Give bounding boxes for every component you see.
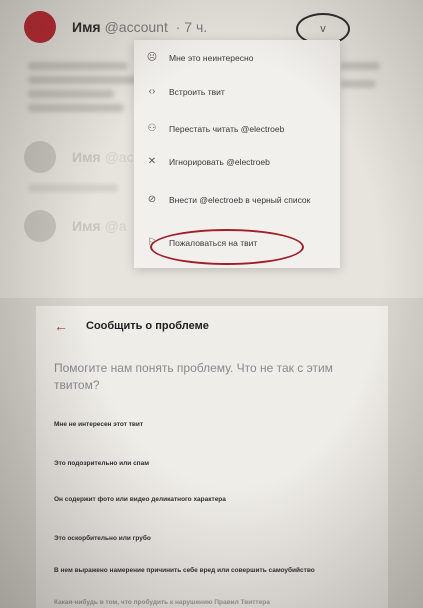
menu-item-embed[interactable]: ‹› Встроить твит [134,86,340,98]
menu-item-label: Встроить твит [169,87,225,97]
sad-face-icon: ☹ [146,52,158,63]
tweet-text-blur [28,62,128,70]
dialog-title: Сообщить о проблеме [86,320,209,332]
dialog-header: ← Сообщить о проблеме [36,306,388,346]
block-icon: ⊘ [147,194,157,205]
back-arrow-icon[interactable]: ← [54,318,74,334]
menu-item-label: Мне это неинтересно [169,53,254,63]
timeline-panel: Имя @account · 7 ч. Имя @ac Имя @a v ☹ Мне … [0,0,423,298]
tweet-author-name[interactable]: Имя @account · 7 ч. [72,19,207,35]
tweet-time: · 7 ч. [175,19,208,35]
tweet-text-blur [28,90,114,98]
menu-item-label: Игнорировать @electroeb [169,157,270,167]
report-reason-option[interactable]: Какая-нибудь в том, что пробудить к нару… [54,598,374,607]
menu-item-block[interactable]: ⊘ Внести @electroeb в черный список [134,194,340,206]
menu-item-mute[interactable]: ✕ Игнорировать @electroeb [134,156,340,168]
tweet-text-blur [340,62,380,70]
tweet-text-blur [340,80,376,88]
embed-code-icon: ‹› [148,86,156,97]
menu-item-label: Перестать читать @electroeb [169,124,285,134]
menu-item-label: Внести @electroeb в черный список [169,195,311,205]
avatar[interactable] [24,210,56,242]
report-reason-option[interactable]: Мне не интересен этот твит [54,420,374,429]
mute-icon: ✕ [147,156,157,167]
report-highlight-oval [150,229,304,265]
tweet-author-name[interactable]: Имя @a [72,218,127,234]
avatar[interactable] [24,11,56,43]
dialog-question: Помогите нам понять проблему. Что не так… [54,361,333,392]
tweet-text-blur [28,76,138,84]
report-reason-option[interactable]: Это оскорбительно или грубо [54,534,374,543]
author-name: Имя [72,149,101,165]
tweet-text-blur [28,104,124,112]
author-handle: @ac [104,149,134,165]
author-handle: @a [104,218,127,234]
author-name: Имя [72,218,101,234]
report-reason-option[interactable]: В нем выражено намерение причинить себе … [54,566,374,575]
report-reason-option[interactable]: Это подозрительно или спам [54,459,374,468]
tweet-author-name[interactable]: Имя @ac [72,149,134,165]
menu-item-not-interested[interactable]: ☹ Мне это неинтересно [134,52,340,64]
menu-item-unfollow[interactable]: ⚇ Перестать читать @electroeb [134,123,340,135]
author-handle: @account [104,19,168,35]
author-name: Имя [72,19,101,35]
report-dialog: ← Сообщить о проблеме Помогите нам понят… [36,306,388,608]
chevron-down-icon: v [320,23,326,35]
report-reason-option[interactable]: Он содержит фото или видео деликатного х… [54,495,374,504]
tweet-text-blur [28,184,118,192]
avatar[interactable] [24,141,56,173]
unfollow-person-icon: ⚇ [147,123,157,134]
